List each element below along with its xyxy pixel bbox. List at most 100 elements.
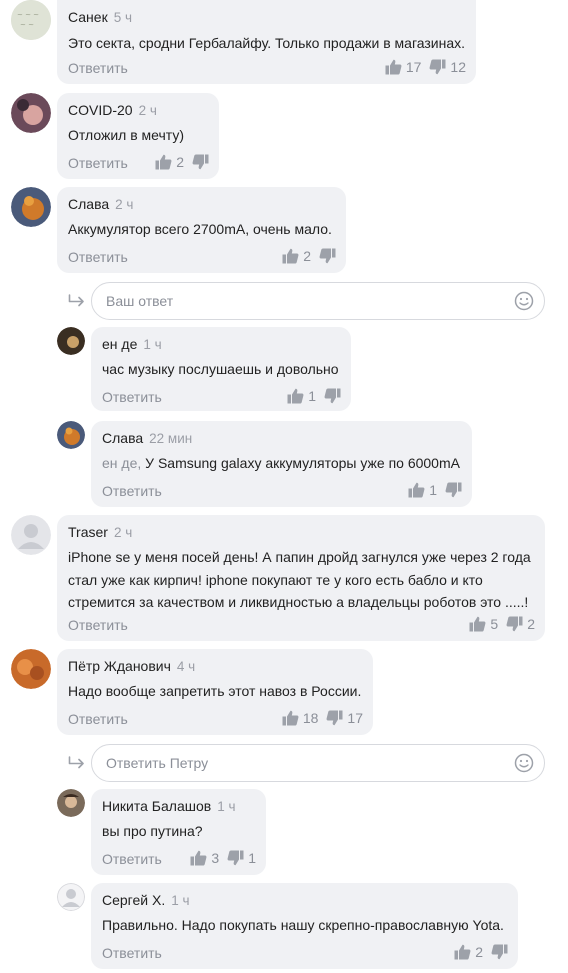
thumbs-down-icon <box>324 388 341 404</box>
reply-button[interactable]: Ответить <box>68 155 128 171</box>
reply-button[interactable]: Ответить <box>68 60 128 76</box>
comment: Слава 2 ч Аккумулятор всего 2700mA, очень… <box>57 187 346 273</box>
like-button[interactable]: 3 <box>190 850 219 866</box>
mention-link[interactable]: ен де, <box>102 455 141 471</box>
comment-text: Отложил в мечту) <box>68 127 184 143</box>
comment-text-body: У Samsung galaxy аккумуляторы уже по 600… <box>145 455 460 471</box>
comment-text: Аккумулятор всего 2700mA, очень мало. <box>68 221 332 237</box>
thumbs-up-icon <box>155 154 172 170</box>
comment-time: 2 ч <box>113 525 133 540</box>
reply-button[interactable]: Ответить <box>102 851 162 867</box>
like-button[interactable]: 2 <box>155 154 184 170</box>
dislike-button[interactable] <box>192 154 209 170</box>
like-button[interactable]: 2 <box>282 248 311 264</box>
comment: Пётр Жданович 4 ч Надо вообще запретить э… <box>57 649 373 735</box>
like-button[interactable]: 18 <box>282 710 319 726</box>
comment-text: Надо вообще запретить этот навоз в Росси… <box>68 683 362 699</box>
avatar[interactable] <box>57 327 85 355</box>
emoji-icon[interactable] <box>514 753 534 773</box>
dislike-button[interactable] <box>445 482 462 498</box>
dislike-button[interactable] <box>491 944 508 960</box>
dislike-count: 12 <box>450 59 466 75</box>
comment-author[interactable]: Слава <box>102 430 143 446</box>
like-count: 2 <box>176 154 184 170</box>
comment-author[interactable]: Санек <box>68 9 108 25</box>
dislike-button[interactable]: 1 <box>227 850 256 866</box>
like-button[interactable]: 5 <box>469 616 498 632</box>
reply-placeholder: Ответить Петру <box>106 755 209 771</box>
avatar[interactable] <box>57 789 85 817</box>
thumbs-down-icon <box>506 616 523 632</box>
comment: COVID-20 2 ч Отложил в мечту) Ответить 2 <box>57 93 219 179</box>
reply-input[interactable]: Ответить Петру <box>91 744 545 782</box>
comment: Traser 2 ч iPhone se у меня посей день! А… <box>57 515 545 641</box>
comment-author[interactable]: Никита Балашов <box>102 798 211 814</box>
comment-time: 2 ч <box>115 197 134 212</box>
comment-author[interactable]: Пётр Жданович <box>68 658 171 674</box>
thumbs-down-icon <box>445 482 462 498</box>
comment-author[interactable]: Сергей Х. <box>102 892 165 908</box>
reply-button[interactable]: Ответить <box>102 945 162 961</box>
thumbs-up-icon <box>454 944 471 960</box>
comment: ен де 1 ч час музыку послушаешь и довольн… <box>91 327 351 411</box>
svg-text:~ ~ ~: ~ ~ ~ <box>17 11 39 19</box>
like-count: 1 <box>429 482 437 498</box>
dislike-button[interactable]: 12 <box>429 59 466 75</box>
like-button[interactable]: 1 <box>408 482 437 498</box>
reply-button[interactable]: Ответить <box>102 389 162 405</box>
comment-author[interactable]: COVID-20 <box>68 102 133 118</box>
thumbs-down-icon <box>326 710 343 726</box>
svg-text:~ ~: ~ ~ <box>20 21 34 29</box>
dislike-button[interactable]: 2 <box>506 616 535 632</box>
comment-author[interactable]: Traser <box>68 524 108 540</box>
avatar[interactable] <box>11 187 51 227</box>
thumbs-up-icon <box>190 850 207 866</box>
like-button[interactable]: 17 <box>385 59 421 75</box>
thumbs-up-icon <box>282 710 299 726</box>
reply-arrow-icon <box>68 294 84 307</box>
thumbs-down-icon <box>429 59 446 75</box>
like-count: 1 <box>308 388 316 404</box>
reply-button[interactable]: Ответить <box>102 483 162 499</box>
comment-author[interactable]: ен де <box>102 336 137 352</box>
like-count: 5 <box>490 616 499 632</box>
comment-time: 1 ч <box>217 799 236 814</box>
dislike-count: 17 <box>347 710 363 726</box>
thumbs-down-icon <box>192 154 209 170</box>
reply-placeholder: Ваш ответ <box>106 293 174 309</box>
comment-author[interactable]: Слава <box>68 196 109 212</box>
reply-button[interactable]: Ответить <box>68 617 128 633</box>
comment-text-line: стал уже как кирпич! iphone покупают те … <box>68 572 483 588</box>
avatar[interactable] <box>11 649 51 689</box>
comment: Слава 22 мин ен де, У Samsung galaxy акку… <box>91 421 472 507</box>
comment-text: Это секта, сродни Гербалайфу. Только про… <box>68 35 466 51</box>
reply-button[interactable]: Ответить <box>68 711 128 727</box>
comment: Санек 5 ч Это секта, сродни Гербалайфу. Т… <box>57 0 476 84</box>
dislike-button[interactable] <box>324 388 341 404</box>
thumbs-up-icon <box>408 482 425 498</box>
thumbs-up-icon <box>287 388 304 404</box>
comment-time: 1 ч <box>171 893 190 908</box>
emoji-icon[interactable] <box>514 291 534 311</box>
avatar[interactable]: ~ ~ ~ ~ ~ <box>11 0 51 40</box>
like-button[interactable]: 1 <box>287 388 316 404</box>
reply-button[interactable]: Ответить <box>68 249 128 265</box>
like-button[interactable]: 2 <box>454 944 483 960</box>
avatar[interactable] <box>57 883 85 911</box>
dislike-button[interactable] <box>319 248 336 264</box>
thumbs-down-icon <box>319 248 336 264</box>
comment: Сергей Х. 1 ч Правильно. Надо покупать на… <box>91 883 518 969</box>
avatar[interactable] <box>57 421 85 449</box>
like-count: 2 <box>303 248 311 264</box>
comment-time: 2 ч <box>138 103 157 118</box>
reply-input[interactable]: Ваш ответ <box>91 282 545 320</box>
thumbs-down-icon <box>227 850 244 866</box>
comment-text-line: стремится за качеством и ликвидностью а … <box>68 594 529 610</box>
comment-text: вы про путина? <box>102 823 203 839</box>
like-count: 18 <box>302 710 319 726</box>
avatar[interactable] <box>11 515 51 555</box>
like-count: 3 <box>211 850 220 866</box>
dislike-button[interactable]: 17 <box>326 710 363 726</box>
avatar[interactable] <box>11 93 51 133</box>
reply-arrow-icon <box>68 756 84 769</box>
